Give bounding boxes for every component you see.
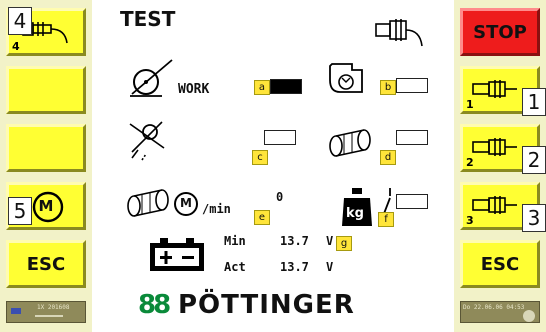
sensor-number: 2 (466, 156, 474, 169)
indicator-b (396, 78, 428, 93)
indicator-d (396, 130, 428, 145)
callout-marker: 2 (522, 146, 546, 174)
stop-label: STOP (473, 22, 527, 43)
indicator-tag-d: d (380, 150, 396, 165)
callout-marker: 1 (522, 88, 546, 116)
proximity-sensor-icon (472, 138, 517, 156)
stop-button[interactable]: STOP (460, 8, 540, 56)
speed-unit: /min (202, 202, 231, 216)
callout-marker: 4 (8, 7, 32, 35)
battery-icon (150, 238, 204, 271)
indicator-a (270, 79, 302, 94)
status-bar-right: Do 22.06.06 04:53 (460, 301, 540, 323)
proximity-sensor-icon (472, 196, 517, 214)
proximity-sensor-icon (472, 80, 517, 98)
sensor-number: 1 (466, 98, 474, 111)
esc-label: ESC (26, 254, 66, 275)
battery-icon (11, 308, 21, 314)
indicator-tag-c: c (252, 150, 268, 165)
callout-marker: 3 (522, 204, 546, 232)
proximity-sensor-icon (375, 19, 423, 47)
roller-icon (127, 189, 169, 217)
voltage-act-value: 13.7 (280, 260, 309, 274)
blank-softkey[interactable] (6, 66, 86, 114)
blower-fan-icon (329, 63, 363, 93)
page-title: TEST (120, 7, 176, 31)
speed-value: 0 (276, 190, 284, 204)
status-text: 1X 201608 (37, 304, 70, 311)
callout-marker: 5 (8, 197, 32, 225)
roller-icon (329, 129, 371, 157)
indicator-tag-g: g (336, 236, 352, 251)
progress-line (35, 315, 63, 317)
indicator-tag-f: f (378, 212, 394, 227)
work-label: WORK (178, 82, 210, 97)
esc-label: ESC (480, 254, 520, 275)
left-softkey-panel: 4 M ESC 1X 201608 (0, 0, 92, 332)
brand-logo-mark: 88 (138, 290, 171, 320)
indicator-c (264, 130, 296, 145)
indicator-tag-e: e (254, 210, 270, 225)
work-rotor-icon (130, 59, 173, 97)
voltage-min-unit: V (326, 234, 334, 248)
voltage-min-value: 13.7 (280, 234, 309, 248)
esc-button[interactable]: ESC (6, 240, 86, 288)
brand-name: PÖTTINGER (178, 290, 355, 320)
status-bar-left: 1X 201608 (6, 301, 86, 323)
motor-symbol: M (180, 196, 192, 210)
indicator-tag-b: b (380, 80, 396, 95)
dial-icon (523, 310, 535, 322)
voltage-min-label: Min (224, 234, 246, 248)
indicator-tag-a: a (254, 80, 270, 95)
voltage-act-unit: V (326, 260, 334, 274)
esc-button[interactable]: ESC (460, 240, 540, 288)
rake-icon (129, 121, 165, 161)
voltage-act-label: Act (224, 260, 246, 274)
sensor-number: 3 (466, 214, 474, 227)
weight-symbol: kg (346, 206, 364, 221)
indicator-f (396, 194, 428, 209)
sensor-number: 4 (12, 40, 20, 53)
blank-softkey[interactable] (6, 124, 86, 172)
status-datetime: Do 22.06.06 04:53 (463, 304, 525, 311)
